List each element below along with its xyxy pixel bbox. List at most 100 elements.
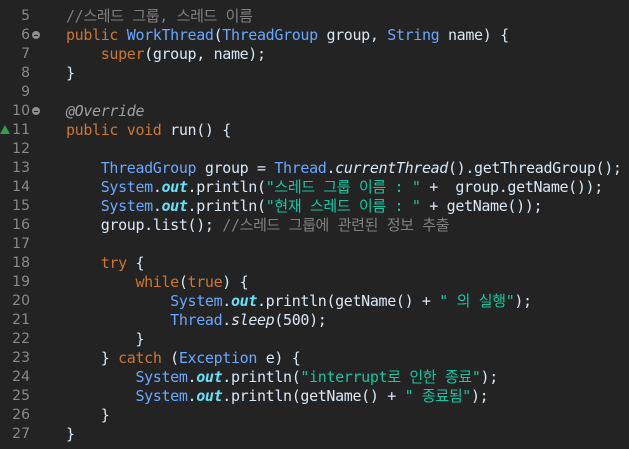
line-number: 16 [12, 217, 30, 233]
code-token: name) { [439, 26, 509, 44]
code-line[interactable]: 21 Thread.sleep(500); [0, 311, 629, 330]
line-number: 27 [12, 426, 30, 442]
code-token: Thread [274, 159, 327, 177]
code-line[interactable]: 19 while(true) { [0, 273, 629, 292]
code-token: ThreadGroup [222, 26, 318, 44]
code-editor[interactable]: 5//스레드 그룹, 스레드 이름 6 public WorkThread(Thre… [0, 0, 629, 449]
code-token: . [152, 178, 162, 196]
code-token: e) { [257, 349, 301, 367]
code-token: . [187, 368, 197, 386]
code-text: super(group, name); [66, 45, 266, 64]
code-token: run() { [170, 121, 231, 139]
code-text: System.out.println("스레드 그룹 이름 : " + grou… [66, 178, 604, 197]
line-number: 22 [12, 331, 30, 347]
code-token: ( [178, 273, 188, 291]
line-number: 10 [12, 103, 30, 119]
code-line[interactable]: 26 } [0, 406, 629, 425]
code-token: ThreadGroup [66, 159, 197, 177]
code-line[interactable]: 22 } [0, 330, 629, 349]
code-token: catch [118, 349, 162, 367]
code-token: group = [196, 159, 275, 177]
code-text: public void run() { [66, 121, 231, 140]
code-token: + group.getName()); [420, 178, 603, 196]
code-token: .println(getName() + [222, 387, 405, 405]
code-token: . [152, 197, 162, 215]
line-number: 21 [12, 312, 30, 328]
code-token: @Override [66, 102, 145, 120]
code-line[interactable]: 11 public void run() { [0, 121, 629, 140]
code-token: } [66, 406, 110, 424]
code-token: System [66, 368, 188, 386]
code-line[interactable]: 12 [0, 140, 629, 159]
code-token: (500); [274, 311, 327, 329]
code-text: //스레드 그룹, 스레드 이름 [66, 7, 253, 26]
code-token: Thread [66, 311, 223, 329]
code-token: Exception [178, 349, 258, 367]
line-number: 6 [21, 27, 30, 43]
override-triangle-icon [0, 125, 10, 134]
code-text: } [66, 64, 75, 83]
code-token: System [66, 197, 153, 215]
code-token: } [66, 349, 119, 367]
collapse-fold-icon[interactable] [32, 107, 40, 115]
collapse-fold-icon[interactable] [32, 31, 40, 39]
code-text: ThreadGroup group = Thread.currentThread… [66, 159, 622, 178]
code-line[interactable]: 25 System.out.println(getName() + " 종료됨"… [0, 387, 629, 406]
line-number: 17 [12, 236, 30, 252]
code-line[interactable]: 7 super(group, name); [0, 45, 629, 64]
code-text: System.out.println("현재 스레드 이름 : " + getN… [66, 197, 543, 216]
code-text: System.out.println(getName() + " 의 실행"); [66, 292, 532, 311]
code-token: .println( [222, 368, 301, 386]
code-line[interactable]: 16 group.list(); //스레드 그룹에 관련된 정보 추출 [0, 216, 629, 235]
code-line[interactable]: 10 @Override [0, 102, 629, 121]
code-text: System.out.println("interrupt로 인한 종료"); [66, 368, 498, 387]
code-line[interactable]: 9 [0, 83, 629, 102]
code-token: . [187, 387, 197, 405]
code-text: } [66, 406, 110, 425]
code-line[interactable]: 20 System.out.println(getName() + " 의 실행… [0, 292, 629, 311]
code-token: "현재 스레드 이름 : " [265, 197, 421, 215]
code-token: public [66, 26, 127, 44]
code-line[interactable]: 24 System.out.println("interrupt로 인한 종료"… [0, 368, 629, 387]
code-token: true [187, 273, 223, 291]
code-line[interactable]: 5 //스레드 그룹, 스레드 이름 [0, 7, 629, 26]
code-token: out [196, 387, 223, 405]
code-line[interactable]: 8} [0, 64, 629, 83]
code-token: out [230, 292, 257, 310]
code-token: public void [66, 121, 171, 139]
code-token: .println(getName() + [257, 292, 440, 310]
code-token: ) { [222, 273, 249, 291]
code-token: ); [514, 292, 532, 310]
code-token: String [387, 26, 440, 44]
line-number: 20 [12, 293, 30, 309]
code-line[interactable]: 23 } catch (Exception e) { [0, 349, 629, 368]
code-line[interactable]: 27} [0, 425, 629, 444]
code-token: //스레드 그룹에 관련된 정보 추출 [222, 216, 450, 234]
code-token: . [326, 159, 336, 177]
code-line[interactable]: 17 [0, 235, 629, 254]
code-token: while [66, 273, 179, 291]
code-text: group.list(); //스레드 그룹에 관련된 정보 추출 [66, 216, 450, 235]
code-token: sleep [230, 311, 275, 329]
code-line[interactable]: 13 ThreadGroup group = Thread.currentThr… [0, 159, 629, 178]
code-text: public WorkThread(ThreadGroup group, Str… [66, 26, 509, 45]
code-line[interactable]: 14 System.out.println("스레드 그룹 이름 : " + g… [0, 178, 629, 197]
code-line[interactable]: 18 try { [0, 254, 629, 273]
code-token: "스레드 그룹 이름 : " [265, 178, 421, 196]
code-token: try [66, 254, 127, 272]
code-token: WorkThread [126, 26, 214, 44]
line-number: 8 [21, 65, 30, 81]
code-token: group.list(); [66, 216, 223, 234]
line-number: 14 [12, 179, 30, 195]
code-line[interactable]: 15 System.out.println("현재 스레드 이름 : " + g… [0, 197, 629, 216]
line-number: 9 [21, 84, 30, 100]
code-token: //스레드 그룹, 스레드 이름 [66, 7, 253, 25]
code-line[interactable]: 6 public WorkThread(ThreadGroup group, St… [0, 26, 629, 45]
code-text: @Override [66, 102, 144, 121]
code-token: System [66, 387, 188, 405]
code-token: ); [470, 387, 489, 405]
code-token: super [66, 45, 145, 63]
code-token: ( [161, 349, 179, 367]
code-token: System [66, 178, 153, 196]
code-token: group, [317, 26, 388, 44]
